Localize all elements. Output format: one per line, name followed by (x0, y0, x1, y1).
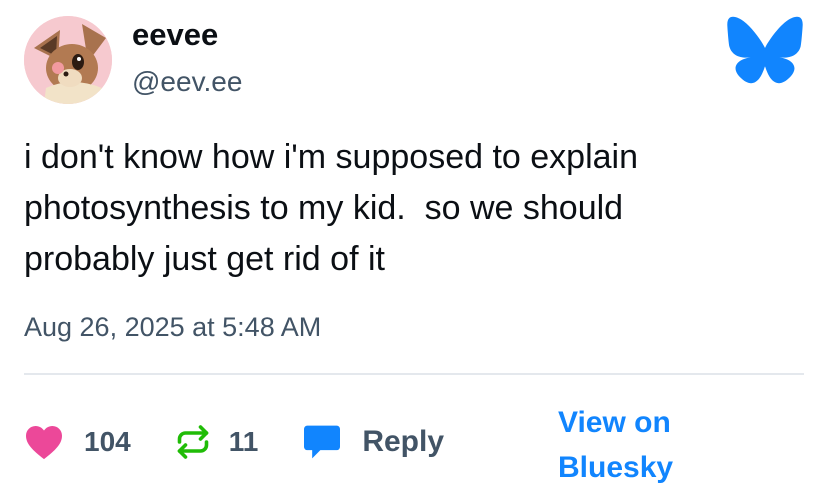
post-text: i don't know how i'm supposed to explain… (24, 138, 639, 278)
post-timestamp[interactable]: Aug 26, 2025 at 5:48 AM (24, 312, 321, 343)
post-actions: 104 11 Reply (24, 412, 444, 472)
repost-button[interactable]: 11 (175, 424, 259, 460)
likes-count: 104 (84, 426, 131, 457)
like-button[interactable]: 104 (24, 424, 131, 460)
reposts-count: 11 (228, 426, 259, 457)
bluesky-butterfly-icon (727, 16, 803, 84)
eevee-avatar-icon (24, 16, 112, 104)
divider (24, 373, 804, 375)
user-handle[interactable]: @eev.ee (132, 66, 242, 98)
avatar[interactable] (24, 16, 112, 104)
reply-label: Reply (362, 425, 445, 458)
repost-icon (175, 424, 211, 460)
display-name[interactable]: eevee (132, 17, 218, 52)
reply-button[interactable]: Reply (302, 424, 444, 460)
heart-icon (24, 424, 64, 460)
view-on-bluesky-link[interactable]: View on Bluesky (558, 400, 708, 490)
bluesky-logo[interactable] (726, 14, 804, 86)
speech-bubble-icon (302, 424, 342, 460)
